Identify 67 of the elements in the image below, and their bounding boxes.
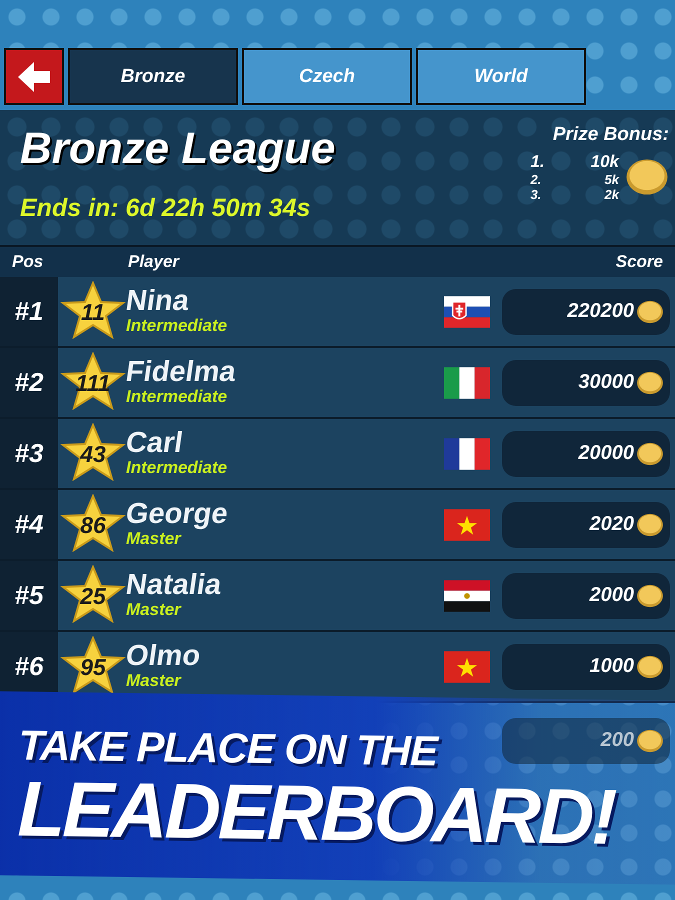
player-name: Fidelma	[124, 358, 239, 387]
star-icon	[60, 636, 126, 694]
score-text: 2020	[590, 513, 634, 536]
star-icon	[60, 494, 126, 552]
arrow-left-icon	[16, 60, 52, 94]
player-rank: Master	[126, 671, 182, 691]
flag-icon	[444, 650, 490, 682]
score-text: 220200	[567, 300, 634, 323]
score-text: 1000	[590, 655, 634, 678]
coin-icon	[636, 728, 664, 752]
player-rank: Master	[126, 600, 182, 620]
player-name: Carl	[124, 429, 186, 458]
coin-icon	[625, 158, 669, 196]
coin-icon	[636, 442, 664, 466]
coin-icon	[636, 584, 664, 608]
prize-place: 1.	[530, 152, 545, 172]
prize-amount: 5k	[604, 172, 619, 187]
level-number: 86	[80, 512, 106, 538]
position-cell: #4	[0, 490, 58, 559]
league-tab[interactable]: World	[416, 48, 586, 105]
player-name: Natalia	[124, 571, 224, 600]
star-icon	[60, 565, 126, 623]
flag-icon	[444, 580, 490, 612]
star-icon	[60, 423, 126, 481]
player-rank: Intermediate	[126, 387, 228, 407]
star-icon	[60, 281, 126, 339]
player-rank: Intermediate	[126, 316, 228, 336]
player-name: Olmo	[124, 642, 204, 671]
flag-icon	[444, 438, 490, 470]
player-rank: Intermediate	[126, 458, 228, 478]
level-number: 111	[76, 370, 110, 396]
coin-icon	[636, 300, 664, 324]
prize-amount: 10k	[590, 152, 619, 172]
coin-icon	[636, 512, 664, 536]
prize-place: 3.	[530, 187, 542, 202]
coin-icon	[636, 370, 664, 394]
level-number: 95	[80, 654, 106, 680]
column-header: Player	[128, 252, 181, 272]
prize-title: Prize Bonus:	[552, 124, 669, 146]
countdown-text: Ends in: 6d 22h 50m 34s	[20, 194, 312, 223]
league-title: Bronze League	[20, 124, 336, 174]
flag-icon	[444, 296, 490, 328]
level-number: 25	[80, 582, 106, 610]
coin-icon	[636, 654, 664, 678]
level-number: 11	[81, 298, 105, 326]
back-button[interactable]	[4, 48, 64, 105]
position-cell: #3	[0, 419, 58, 488]
score-text: 2000	[590, 584, 634, 607]
column-header: Pos	[12, 252, 44, 272]
flag-icon	[444, 508, 490, 540]
level-number: 43	[80, 440, 106, 468]
score-text: 30000	[578, 371, 634, 394]
score-text: 20000	[578, 442, 634, 465]
flag-icon	[444, 366, 490, 398]
score-text: 200	[600, 729, 634, 752]
position-cell: #2	[0, 348, 58, 417]
league-tab[interactable]: Bronze	[68, 48, 238, 105]
player-rank: Master	[126, 529, 182, 549]
prize-place: 2.	[530, 172, 542, 187]
player-name: George	[124, 500, 231, 529]
star-icon	[60, 352, 126, 410]
position-cell: #1	[0, 277, 58, 346]
column-header: Score	[616, 252, 663, 272]
player-name: Nina	[124, 287, 192, 316]
prize-amount: 2k	[603, 187, 619, 202]
position-cell: #5	[0, 561, 58, 630]
league-tab[interactable]: Czech	[242, 48, 412, 105]
